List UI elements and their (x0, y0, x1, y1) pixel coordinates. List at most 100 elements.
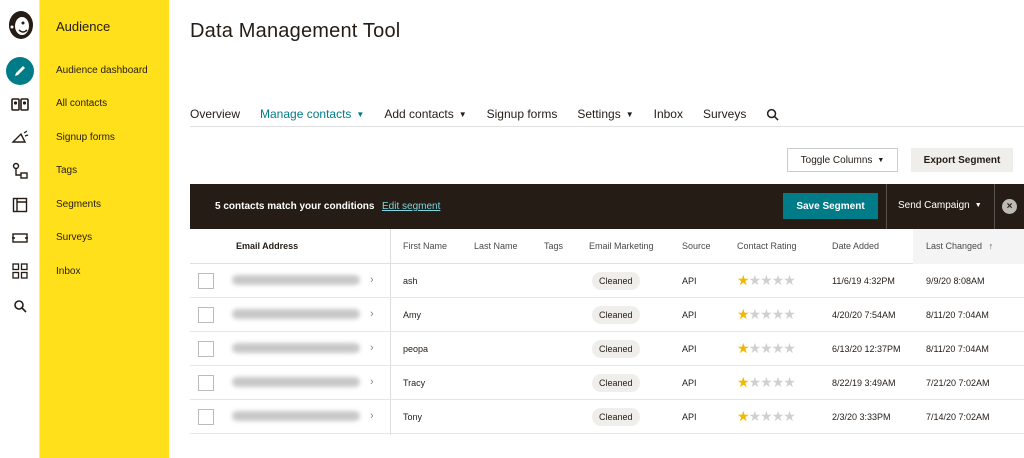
star-empty-icon[interactable]: ★ (783, 340, 796, 356)
cell-date-added: 4/20/20 7:54AM (832, 310, 896, 320)
chevron-right-icon[interactable]: › (370, 274, 374, 286)
subnav-item-segments[interactable]: Segments (56, 199, 101, 210)
table-body: › ash Cleaned API ★★★★★ 11/6/19 4:32PM 9/9/20 … (190, 264, 1024, 434)
star-empty-icon[interactable]: ★ (760, 374, 773, 390)
subnav-item-audience-dashboard[interactable]: Audience dashboard (56, 65, 148, 76)
chevron-right-icon[interactable]: › (370, 410, 374, 422)
tab-signup-forms[interactable]: Signup forms (487, 107, 558, 121)
audience-tabs: Overview Manage contacts ▼ Add contacts ▼ … (190, 102, 799, 126)
row-checkbox[interactable] (198, 375, 214, 391)
sort-ascending-icon: ↑ (988, 241, 994, 251)
cell-date-added: 2/3/20 3:33PM (832, 412, 891, 422)
tab-overview[interactable]: Overview (190, 107, 240, 121)
tab-manage-contacts[interactable]: Manage contacts ▼ (260, 107, 364, 121)
star-filled-icon[interactable]: ★ (737, 374, 750, 390)
header-last-name[interactable]: Last Name (474, 241, 518, 251)
edit-segment-link[interactable]: Edit segment (382, 201, 440, 212)
star-empty-icon[interactable]: ★ (749, 306, 762, 322)
header-source[interactable]: Source (682, 241, 711, 251)
row-checkbox[interactable] (198, 341, 214, 357)
star-empty-icon[interactable]: ★ (749, 374, 762, 390)
star-empty-icon[interactable]: ★ (760, 306, 773, 322)
row-checkbox[interactable] (198, 409, 214, 425)
tab-inbox[interactable]: Inbox (654, 107, 683, 121)
close-icon[interactable]: × (1002, 199, 1017, 214)
send-campaign-button[interactable]: Send Campaign ▼ (898, 200, 982, 211)
segment-match-count: 5 contacts match your conditions (215, 201, 375, 212)
star-empty-icon[interactable]: ★ (783, 408, 796, 424)
mailchimp-logo-icon[interactable] (5, 8, 37, 42)
header-tags[interactable]: Tags (544, 241, 563, 251)
star-empty-icon[interactable]: ★ (760, 340, 773, 356)
subnav-item-tags[interactable]: Tags (56, 165, 77, 176)
segment-bar-divider (886, 184, 887, 229)
star-empty-icon[interactable]: ★ (783, 306, 796, 322)
header-email-marketing[interactable]: Email Marketing (589, 241, 654, 251)
table-row[interactable]: › Amy Cleaned API ★★★★★ 4/20/20 7:54AM 8/11/20… (190, 298, 1024, 332)
contact-rating-stars: ★★★★★ (737, 272, 796, 288)
star-filled-icon[interactable]: ★ (737, 272, 750, 288)
header-email[interactable]: Email Address (236, 241, 298, 251)
redacted-email (232, 343, 360, 353)
star-filled-icon[interactable]: ★ (737, 408, 750, 424)
cell-first-name: Tracy (403, 378, 426, 388)
toggle-columns-label: Toggle Columns (800, 154, 873, 166)
chevron-down-icon: ▼ (974, 202, 982, 209)
toggle-columns-button[interactable]: Toggle Columns ▼ (787, 148, 898, 172)
tab-search-icon[interactable] (766, 108, 779, 121)
website-icon[interactable] (8, 193, 32, 217)
create-pencil-icon[interactable] (6, 57, 34, 85)
export-segment-button[interactable]: Export Segment (911, 148, 1013, 172)
save-segment-button[interactable]: Save Segment (783, 193, 878, 219)
star-empty-icon[interactable]: ★ (783, 272, 796, 288)
subnav-item-inbox[interactable]: Inbox (56, 266, 80, 277)
audience-icon[interactable] (8, 92, 32, 116)
star-empty-icon[interactable]: ★ (760, 408, 773, 424)
table-row[interactable]: › ash Cleaned API ★★★★★ 11/6/19 4:32PM 9/9/20 … (190, 264, 1024, 298)
subnav-item-signup-forms[interactable]: Signup forms (56, 132, 115, 143)
content-studio-icon[interactable] (8, 226, 32, 250)
icon-rail (0, 0, 40, 458)
star-filled-icon[interactable]: ★ (737, 340, 750, 356)
star-empty-icon[interactable]: ★ (749, 408, 762, 424)
star-empty-icon[interactable]: ★ (749, 272, 762, 288)
star-empty-icon[interactable]: ★ (772, 306, 785, 322)
table-row[interactable]: › peopa Cleaned API ★★★★★ 6/13/20 12:37PM 8/11… (190, 332, 1024, 366)
tab-label: Inbox (653, 107, 683, 121)
integrations-grid-icon[interactable] (8, 259, 32, 283)
star-empty-icon[interactable]: ★ (772, 340, 785, 356)
row-checkbox[interactable] (198, 307, 214, 323)
subnav-item-all-contacts[interactable]: All contacts (56, 98, 107, 109)
star-empty-icon[interactable]: ★ (760, 272, 773, 288)
star-filled-icon[interactable]: ★ (737, 306, 750, 322)
star-empty-icon[interactable]: ★ (772, 408, 785, 424)
star-empty-icon[interactable]: ★ (772, 272, 785, 288)
audience-subnav: Audience Audience dashboard All contacts… (40, 0, 169, 458)
send-campaign-label: Send Campaign (898, 200, 970, 211)
star-empty-icon[interactable]: ★ (749, 340, 762, 356)
redacted-email (232, 411, 360, 421)
header-first-name[interactable]: First Name (403, 241, 447, 251)
subnav-item-surveys[interactable]: Surveys (56, 232, 92, 243)
chevron-right-icon[interactable]: › (370, 308, 374, 320)
tab-label: Signup forms (486, 107, 558, 121)
tab-add-contacts[interactable]: Add contacts ▼ (384, 107, 466, 121)
header-contact-rating[interactable]: Contact Rating (737, 241, 797, 251)
row-checkbox[interactable] (198, 273, 214, 289)
header-date-added[interactable]: Date Added (832, 241, 879, 251)
cell-source: API (682, 344, 697, 354)
tab-label: Settings (577, 107, 621, 121)
campaigns-megaphone-icon[interactable] (8, 126, 32, 150)
star-empty-icon[interactable]: ★ (772, 374, 785, 390)
tab-settings[interactable]: Settings ▼ (577, 107, 633, 121)
cell-date-added: 8/22/19 3:49AM (832, 378, 896, 388)
chevron-right-icon[interactable]: › (370, 376, 374, 388)
header-last-changed[interactable]: Last Changed ↑ (926, 241, 993, 251)
star-empty-icon[interactable]: ★ (783, 374, 796, 390)
search-icon[interactable] (8, 294, 32, 318)
automations-icon[interactable] (8, 159, 32, 183)
chevron-right-icon[interactable]: › (370, 342, 374, 354)
table-row[interactable]: › Tracy Cleaned API ★★★★★ 8/22/19 3:49AM 7/21/… (190, 366, 1024, 400)
table-row[interactable]: › Tony Cleaned API ★★★★★ 2/3/20 3:33PM 7/14/20… (190, 400, 1024, 434)
tab-surveys[interactable]: Surveys (703, 107, 746, 121)
